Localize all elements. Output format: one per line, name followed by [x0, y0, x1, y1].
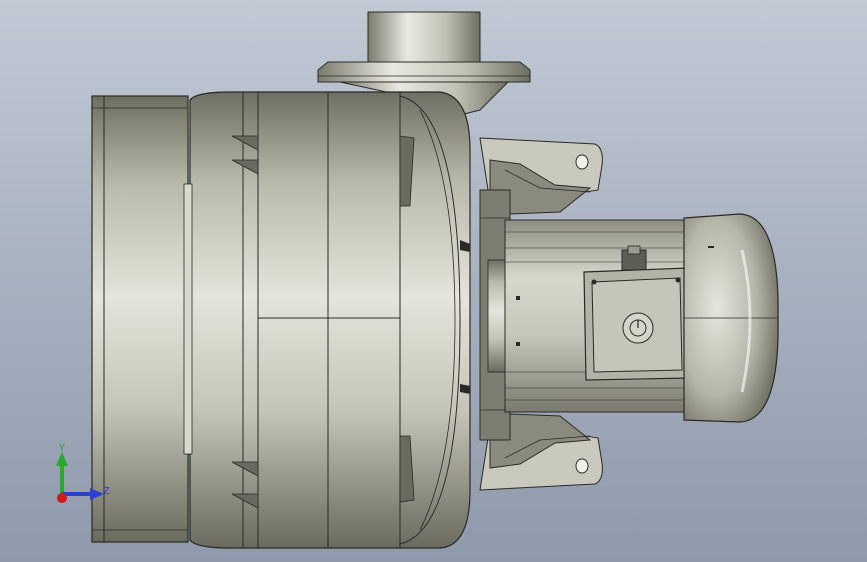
triad-z-label: Z: [103, 486, 110, 497]
pump-model[interactable]: [0, 0, 867, 562]
pump-housing[interactable]: [189, 91, 471, 549]
z-axis-arrow: [62, 488, 104, 500]
triad-y-label: Y: [59, 443, 66, 454]
cad-viewport[interactable]: Y Z: [0, 0, 867, 562]
motor-fan-cover[interactable]: [683, 213, 779, 423]
orientation-triad: [44, 436, 124, 516]
y-axis-arrow: [56, 452, 68, 494]
x-axis-dot: [57, 493, 67, 503]
